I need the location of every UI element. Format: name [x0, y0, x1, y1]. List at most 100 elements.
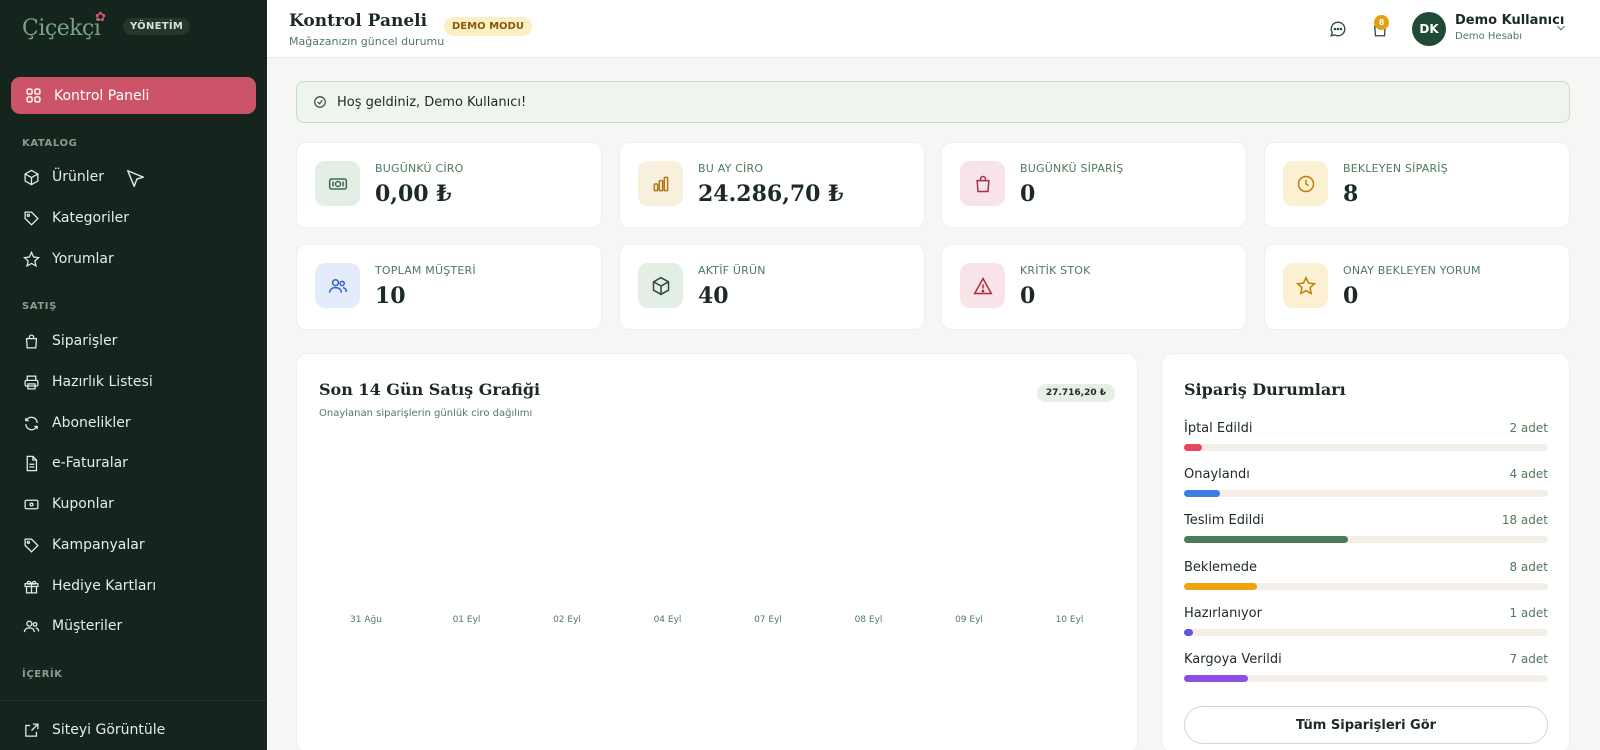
user-avatar[interactable]: DK — [1412, 12, 1446, 46]
status-progress-fill — [1184, 582, 1257, 590]
section-title-satis: SATIŞ — [22, 301, 57, 312]
section-title-icerik: İÇERİK — [22, 669, 63, 680]
stat-card-active-products[interactable]: AKTİF ÜRÜN 40 — [619, 244, 925, 330]
stat-label: BEKLEYEN SİPARİŞ — [1343, 162, 1448, 175]
tag-icon — [22, 536, 40, 554]
stat-value: 8 — [1343, 181, 1359, 207]
chart-total-badge: 27.716,20 ₺ — [1036, 384, 1115, 402]
status-label: Beklemede — [1184, 559, 1257, 575]
sidebar-item-campaigns[interactable]: Kampanyalar — [22, 533, 145, 557]
view-all-orders-button[interactable]: Tüm Siparişleri Gör — [1184, 706, 1548, 744]
stat-value: 0 — [1020, 181, 1036, 207]
sidebar-item-view-site[interactable]: Siteyi Görüntüle — [22, 718, 165, 742]
status-progress-track — [1184, 444, 1548, 451]
status-label: Hazırlanıyor — [1184, 605, 1262, 621]
users-icon — [328, 276, 348, 296]
notification-count-badge: 8 — [1374, 15, 1389, 30]
sidebar-item-label: Kontrol Paneli — [54, 87, 150, 104]
sidebar-item-label: Kampanyalar — [52, 537, 145, 553]
stat-card-pending-reviews[interactable]: ONAY BEKLEYEN YORUM 0 — [1264, 244, 1570, 330]
sidebar-item-label: Müşteriler — [52, 618, 123, 634]
order-status-title: Sipariş Durumları — [1184, 380, 1346, 399]
chat-icon — [1329, 20, 1347, 38]
sales-chart-panel: Son 14 Gün Satış Grafiği Onaylanan sipar… — [296, 353, 1138, 750]
welcome-message: Hoş geldiniz, Demo Kullanıcı! — [337, 94, 527, 110]
bar-chart-icon — [651, 174, 671, 194]
document-icon — [22, 454, 40, 472]
box-icon — [22, 168, 40, 186]
sidebar-item-label: Siteyi Görüntüle — [52, 722, 166, 738]
page-subtitle: Mağazanızın güncel durumu — [289, 35, 445, 48]
section-title-katalog: KATALOG — [22, 138, 78, 149]
sidebar-item-label: Kuponlar — [52, 496, 114, 512]
stat-icon-tile — [1283, 263, 1328, 308]
messages-button[interactable] — [1326, 17, 1350, 41]
sidebar-item-subscriptions[interactable]: Abonelikler — [22, 411, 131, 435]
stat-value: 0 — [1343, 283, 1359, 309]
stat-card-pending-orders[interactable]: BEKLEYEN SİPARİŞ 8 — [1264, 142, 1570, 228]
clock-icon — [1296, 174, 1316, 194]
stat-icon-tile — [960, 161, 1005, 206]
chevron-down-icon[interactable] — [1554, 20, 1568, 39]
stat-value: 0 — [1020, 283, 1036, 309]
x-tick-label: 08 Eyl — [854, 615, 883, 625]
users-icon — [22, 617, 40, 635]
status-label: Teslim Edildi — [1184, 513, 1265, 529]
stat-card-today-orders[interactable]: BUGÜNKÜ SİPARİŞ 0 — [941, 142, 1247, 228]
status-count: 8 adet — [1509, 559, 1548, 574]
bag-icon — [973, 174, 993, 194]
stat-value: 40 — [698, 283, 729, 309]
sidebar-item-label: Hazırlık Listesi — [52, 374, 153, 390]
sidebar-item-products[interactable]: Ürünler — [22, 165, 104, 189]
box-icon — [651, 276, 671, 296]
sidebar-item-orders[interactable]: Siparişler — [22, 329, 117, 353]
sidebar-item-label: Abonelikler — [52, 415, 131, 431]
status-count: 1 adet — [1509, 605, 1548, 620]
x-tick-label: 31 Ağu — [350, 615, 382, 625]
tag-icon — [22, 209, 40, 227]
status-label: Kargoya Verildi — [1184, 652, 1282, 667]
stat-icon-tile — [960, 263, 1005, 308]
sidebar-item-label: Siparişler — [52, 333, 118, 349]
stat-label: KRİTİK STOK — [1020, 264, 1091, 277]
sidebar-item-label: e-Faturalar — [52, 455, 128, 471]
gift-icon — [22, 577, 40, 595]
sidebar-item-dashboard[interactable]: Kontrol Paneli — [11, 77, 256, 114]
page-title: Kontrol Paneli — [289, 11, 428, 31]
status-progress-track — [1184, 628, 1548, 636]
sidebar-item-einvoices[interactable]: e-Faturalar — [22, 451, 128, 475]
status-progress-fill — [1184, 444, 1203, 451]
sidebar-item-coupons[interactable]: Kuponlar — [22, 492, 114, 516]
external-link-icon — [22, 721, 40, 739]
stat-card-total-customers[interactable]: TOPLAM MÜŞTERİ 10 — [296, 244, 602, 330]
sidebar-item-reviews[interactable]: Yorumlar — [22, 247, 114, 271]
ticket-icon — [22, 495, 40, 513]
mouse-cursor-icon — [127, 170, 145, 188]
sidebar-item-prep-list[interactable]: Hazırlık Listesi — [22, 370, 153, 394]
stat-icon-tile — [638, 263, 683, 308]
x-tick-label: 02 Eyl — [553, 615, 581, 625]
stat-label: BU AY CİRO — [698, 162, 764, 175]
sidebar-item-gift-cards[interactable]: Hediye Kartları — [22, 574, 156, 598]
status-progress-fill — [1184, 490, 1221, 498]
status-count: 18 adet — [1501, 513, 1548, 528]
status-count: 4 adet — [1509, 467, 1548, 482]
stat-card-today-revenue[interactable]: BUGÜNKÜ CİRO 0,00 ₺ — [296, 142, 602, 228]
stat-icon-tile — [1283, 161, 1328, 206]
stat-value: 24.286,70 ₺ — [698, 181, 844, 207]
stat-icon-tile — [638, 161, 683, 206]
chart-title: Son 14 Gün Satış Grafiği — [319, 380, 541, 399]
status-label: Onaylandı — [1184, 467, 1250, 483]
cash-icon — [328, 174, 348, 194]
x-tick-label: 01 Eyl — [452, 615, 481, 625]
status-count: 2 adet — [1509, 421, 1548, 435]
sidebar-item-customers[interactable]: Müşteriler — [22, 614, 122, 638]
stat-icon-tile — [315, 161, 360, 206]
welcome-alert: Hoş geldiniz, Demo Kullanıcı! — [296, 81, 1570, 123]
brand-logo[interactable]: Çiçekçi ✿ — [22, 10, 106, 44]
stat-card-critical-stock[interactable]: KRİTİK STOK 0 — [941, 244, 1247, 330]
user-name[interactable]: Demo Kullanıcı — [1455, 13, 1564, 28]
stat-card-month-revenue[interactable]: BU AY CİRO 24.286,70 ₺ — [619, 142, 925, 228]
sidebar-item-categories[interactable]: Kategoriler — [22, 206, 129, 230]
bag-icon — [22, 332, 40, 350]
